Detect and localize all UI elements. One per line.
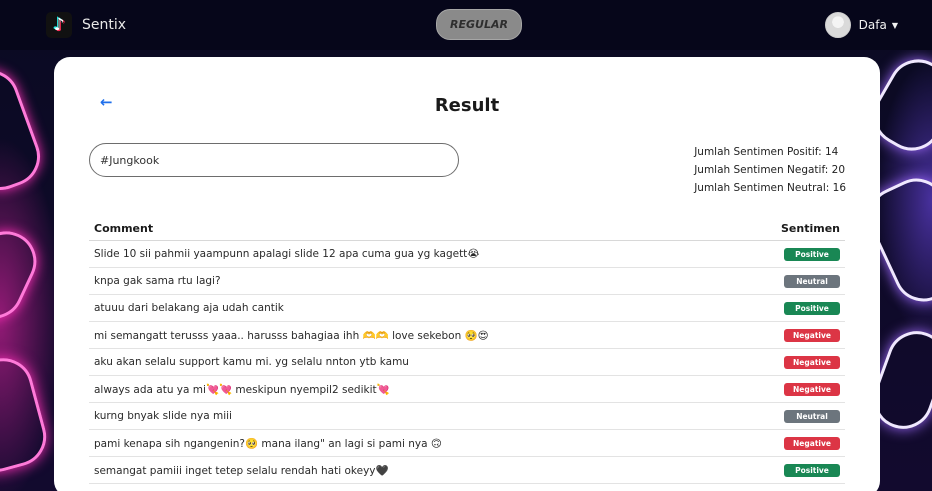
comment-text: semangat pamiii inget tetep selalu renda…	[94, 464, 389, 477]
sentiment-badge: Negative	[784, 355, 840, 369]
table-row: kurng bnyak slide nya miii Neutral	[89, 403, 845, 430]
sentiment-badge: Negative	[784, 436, 840, 450]
user-name: Dafa	[858, 18, 887, 32]
results-table: Comment Sentimen Slide 10 sii pahmii yaa…	[89, 217, 845, 484]
column-header-sentiment: Sentimen	[781, 222, 840, 235]
comment-text: mi semangatt terusss yaaa.. harusss baha…	[94, 329, 489, 342]
sentiment-badge: Negative	[784, 328, 840, 342]
table-row: atuuu dari belakang aja udah cantik Posit…	[89, 295, 845, 322]
stat-neutral: Jumlah Sentimen Neutral: 16	[694, 182, 846, 194]
table-row: pami kenapa sih ngangenin?🥺 mana ilang" …	[89, 430, 845, 457]
neon-heart-decoration	[0, 61, 49, 199]
sentiment-badge: Positive	[784, 301, 840, 315]
table-row: semangat pamiii inget tetep selalu renda…	[89, 457, 845, 484]
page-title: Result	[434, 95, 500, 116]
regular-mode-button[interactable]: REGULAR	[436, 9, 522, 40]
result-card: ← Result Jumlah Sentimen Positif: 14 Jum…	[54, 57, 880, 491]
table-header: Comment Sentimen	[89, 217, 845, 241]
neon-heart-decoration	[0, 221, 47, 329]
hashtag-search-input[interactable]	[89, 143, 459, 177]
navbar: ♪ Sentix REGULAR Dafa ▼	[0, 0, 932, 50]
comment-text: Slide 10 sii pahmii yaampunn apalagi sli…	[94, 248, 480, 260]
table-row: always ada atu ya mi💘💘 meskipun nyempil2…	[89, 376, 845, 403]
comment-text: pami kenapa sih ngangenin?🥺 mana ilang" …	[94, 437, 442, 450]
table-row: knpa gak sama rtu lagi? Neutral	[89, 268, 845, 295]
comment-text: atuuu dari belakang aja udah cantik	[94, 302, 284, 314]
tiktok-logo-icon: ♪	[46, 12, 72, 38]
user-menu[interactable]: Dafa ▼	[824, 12, 898, 38]
table-body: Slide 10 sii pahmii yaampunn apalagi sli…	[89, 241, 845, 484]
sentiment-badge: Positive	[784, 463, 840, 477]
table-row: Slide 10 sii pahmii yaampunn apalagi sli…	[89, 241, 845, 268]
comment-text: always ada atu ya mi💘💘 meskipun nyempil2…	[94, 383, 390, 396]
avatar	[824, 12, 851, 38]
brand[interactable]: ♪ Sentix	[46, 12, 126, 38]
brand-name: Sentix	[82, 17, 127, 33]
comment-text: kurng bnyak slide nya miii	[94, 410, 232, 422]
stat-positive: Jumlah Sentimen Positif: 14	[694, 146, 839, 158]
comment-text: aku akan selalu support kamu mi. yg sela…	[94, 356, 409, 368]
neon-heart-decoration	[0, 351, 53, 479]
sentiment-stats: Jumlah Sentimen Positif: 14 Jumlah Senti…	[694, 143, 846, 197]
sentiment-badge: Neutral	[784, 274, 840, 288]
column-header-comment: Comment	[94, 222, 154, 235]
caret-down-icon: ▼	[891, 20, 898, 30]
sentiment-badge: Positive	[784, 247, 840, 261]
table-row: aku akan selalu support kamu mi. yg sela…	[89, 349, 845, 376]
stat-negative: Jumlah Sentimen Negatif: 20	[694, 164, 846, 176]
table-row: mi semangatt terusss yaaa.. harusss baha…	[89, 322, 845, 349]
sentiment-badge: Negative	[784, 382, 840, 396]
sentiment-badge: Neutral	[784, 409, 840, 423]
comment-text: knpa gak sama rtu lagi?	[94, 275, 221, 287]
